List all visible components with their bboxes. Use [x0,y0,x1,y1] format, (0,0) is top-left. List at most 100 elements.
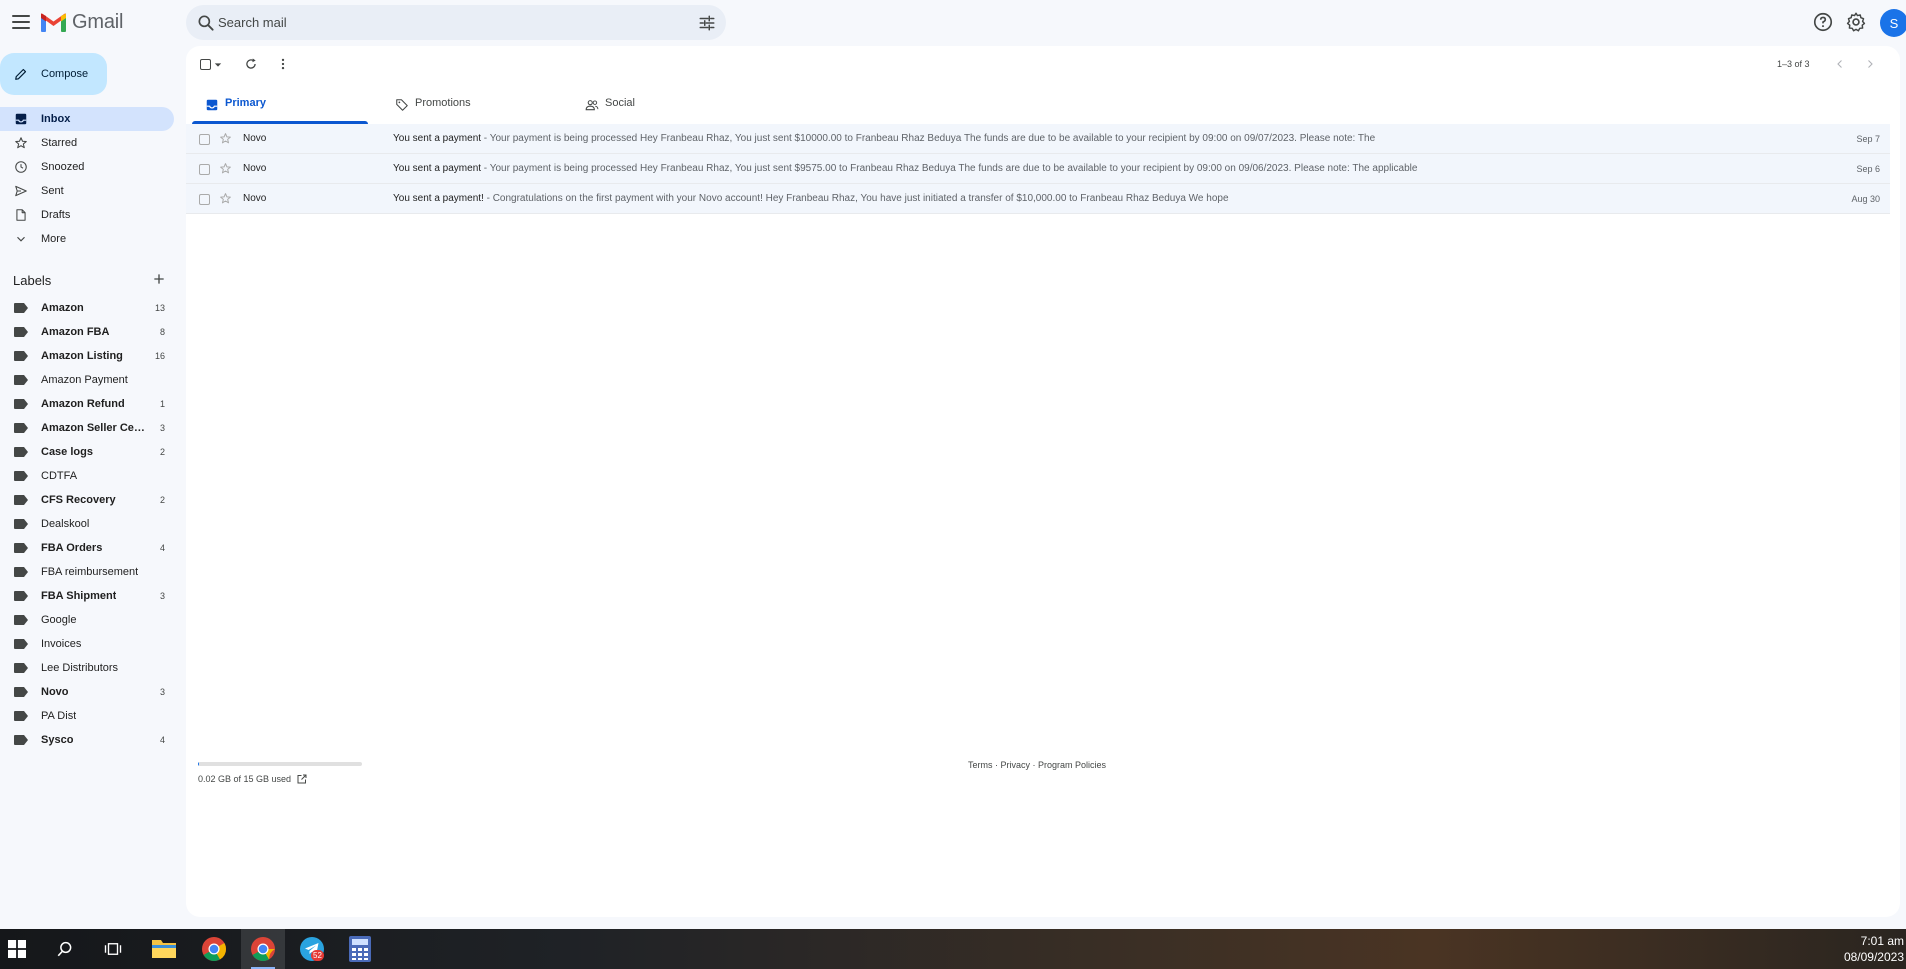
label-name: Amazon FBA [41,326,110,338]
nav-drafts[interactable]: Drafts [0,203,174,227]
label-tag-icon [14,519,28,529]
label-name: Amazon Seller Cen... [41,422,147,434]
email-row[interactable]: Novo You sent a payment - Your payment is… [186,124,1890,154]
label-item[interactable]: Case logs 2 [0,440,174,464]
label-item[interactable]: FBA Shipment 3 [0,584,174,608]
task-view-icon[interactable] [104,940,122,958]
more-options-icon[interactable] [276,57,290,71]
label-item[interactable]: Amazon 13 [0,296,174,320]
email-preview: You sent a payment! - Congratulations on… [393,193,1683,204]
label-item[interactable]: Google [0,608,174,632]
label-item[interactable]: Sysco 4 [0,728,174,752]
add-label-icon[interactable] [151,271,167,287]
select-all-checkbox[interactable] [200,59,211,70]
label-item[interactable]: Lee Distributors [0,656,174,680]
label-item[interactable]: Invoices [0,632,174,656]
account-avatar[interactable]: S [1880,9,1906,37]
email-sender: Novo [243,163,267,174]
nav-starred[interactable]: Starred [0,131,174,155]
tab-promotions[interactable]: Promotions [382,84,562,124]
label-item[interactable]: Novo 3 [0,680,174,704]
label-item[interactable]: Dealskool [0,512,174,536]
windows-start-icon[interactable] [8,940,26,958]
label-item[interactable]: FBA reimbursement [0,560,174,584]
search-icon[interactable] [196,13,216,33]
email-date: Sep 7 [1856,134,1880,144]
email-select-checkbox[interactable] [199,134,210,145]
labels-title: Labels [13,273,52,288]
prev-page-icon[interactable] [1834,58,1846,70]
star-icon[interactable] [219,132,232,145]
label-item[interactable]: Amazon Payment [0,368,174,392]
label-name: Case logs [41,446,93,458]
privacy-link[interactable]: Privacy [1001,760,1031,770]
email-select-checkbox[interactable] [199,164,210,175]
send-icon [15,185,27,197]
tab-label: Primary [225,97,266,109]
search-options-icon[interactable] [698,14,716,32]
terms-link[interactable]: Terms [968,760,993,770]
tab-primary[interactable]: Primary [192,84,372,124]
label-count: 2 [159,495,165,505]
star-icon[interactable] [219,192,232,205]
email-snippet: - Congratulations on the first payment w… [483,193,1229,204]
nav-sent[interactable]: Sent [0,179,174,203]
label-item[interactable]: CDTFA [0,464,174,488]
select-dropdown-icon[interactable] [214,61,222,69]
star-icon[interactable] [219,162,232,175]
nav-label: Starred [41,137,78,149]
chrome-icon[interactable] [201,936,227,962]
compose-button[interactable]: Compose [0,53,107,95]
telegram-app[interactable]: 52 [299,936,325,962]
search-input[interactable] [218,5,658,40]
label-name: Amazon [41,302,84,314]
top-bar: Gmail S [0,0,1906,46]
email-row[interactable]: Novo You sent a payment! - Congratulation… [186,184,1890,214]
label-item[interactable]: CFS Recovery 2 [0,488,174,512]
nav-snoozed[interactable]: Snoozed [0,155,174,179]
label-count: 8 [159,327,165,337]
calculator-icon[interactable] [349,936,371,962]
settings-gear-icon[interactable] [1845,11,1867,33]
label-item[interactable]: Amazon Refund 1 [0,392,174,416]
system-clock[interactable]: 7:01 am 08/09/2023 [1844,933,1904,965]
label-item[interactable]: Amazon FBA 8 [0,320,174,344]
inbox-icon [15,113,27,125]
main-menu-button[interactable] [10,11,32,33]
email-list: Novo You sent a payment - Your payment is… [186,124,1890,214]
refresh-icon[interactable] [244,57,258,71]
gmail-logo[interactable]: Gmail [41,11,123,34]
nav-inbox[interactable]: Inbox [0,107,174,131]
email-snippet: - Your payment is being processed Hey Fr… [481,163,1418,174]
nav-more[interactable]: More [0,227,174,251]
label-item[interactable]: PA Dist [0,704,174,728]
open-in-new-icon[interactable] [296,773,308,785]
taskbar-search-icon[interactable] [56,940,74,958]
label-name: FBA Orders [41,542,103,554]
tab-label: Promotions [415,97,471,109]
clock-icon [15,161,27,173]
email-subject: You sent a payment [393,133,482,144]
help-icon[interactable] [1812,11,1834,33]
file-explorer-icon[interactable] [151,937,177,959]
label-item[interactable]: Amazon Seller Cen... 3 [0,416,174,440]
chrome-icon [251,937,275,962]
label-item[interactable]: Amazon Listing 16 [0,344,174,368]
chrome-active-window[interactable] [241,929,285,969]
next-page-icon[interactable] [1864,58,1876,70]
email-select-checkbox[interactable] [199,194,210,205]
label-name: Google [41,614,77,626]
email-row[interactable]: Novo You sent a payment - Your payment is… [186,154,1890,184]
label-name: Novo [41,686,69,698]
label-name: FBA reimbursement [41,566,139,578]
label-tag-icon [14,351,28,361]
label-name: Invoices [41,638,82,650]
email-subject: You sent a payment! [393,193,484,204]
footer-links: Terms · Privacy · Program Policies [968,760,1106,770]
label-item[interactable]: FBA Orders 4 [0,536,174,560]
nav-label: More [41,233,67,245]
program-policies-link[interactable]: Program Policies [1038,760,1106,770]
email-subject: You sent a payment [393,163,482,174]
notification-badge: 52 [311,950,324,961]
tab-social[interactable]: Social [572,84,752,124]
